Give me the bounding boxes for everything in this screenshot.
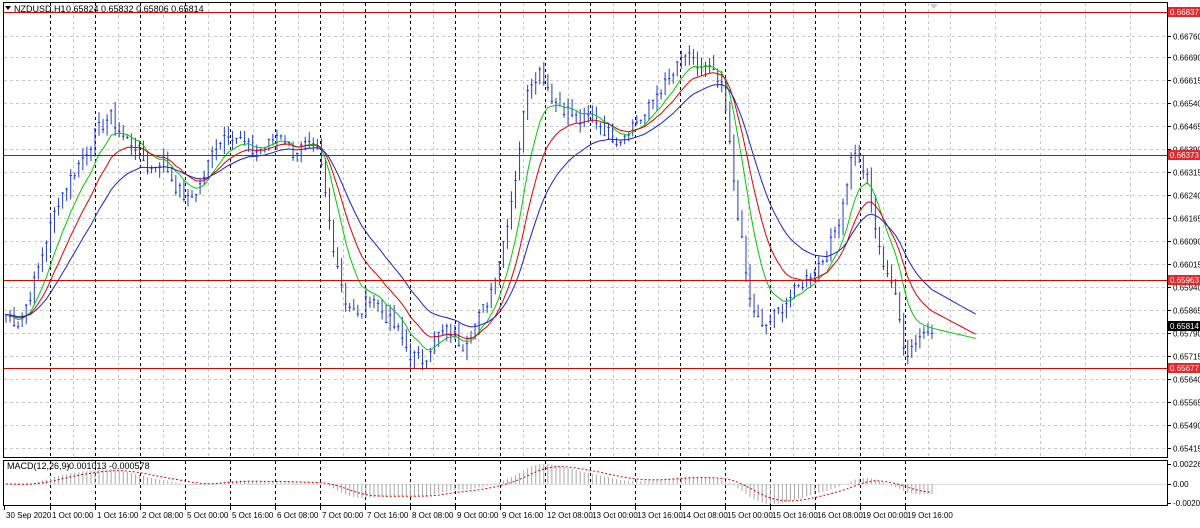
current-price-badge-text: 0.65814 (1170, 322, 1199, 331)
macd-tick-label: 0.002261 (1173, 460, 1200, 469)
symbol-label: NZDUSD,H1 (14, 4, 66, 14)
time-tick-label: 1 Oct 00:00 (52, 511, 94, 520)
price-tick-label: 0.65865 (1173, 307, 1200, 316)
macd-label: MACD(12,26,9) (7, 461, 70, 471)
time-tick-label: 13 Oct 16:00 (637, 511, 683, 520)
time-tick-label: 13 Oct 00:00 (592, 511, 638, 520)
time-tick-label: 5 Oct 00:00 (187, 511, 229, 520)
time-axis: 30 Sep 2020 1 Oct 00:00 1 Oct 16:00 2 Oct 0… (4, 506, 953, 520)
macd-values: -0.001013 -0.000578 (66, 461, 150, 471)
time-tick-label: 9 Oct 00:00 (457, 511, 499, 520)
time-tick-label: 15 Oct 00:00 (727, 511, 773, 520)
price-tick-label: 0.66090 (1173, 238, 1200, 247)
time-tick-label: 7 Oct 16:00 (367, 511, 409, 520)
time-tick-label: 30 Sep 2020 (6, 511, 52, 520)
price-tick-label: 0.66165 (1173, 215, 1200, 224)
price-axis: 0.66760 0.66690 0.66615 0.66540 0.66465 0.663… (1167, 33, 1200, 454)
trading-chart-window[interactable]: 0.66760 0.66690 0.66615 0.66540 0.66465 0.663… (0, 0, 1200, 523)
price-tick-label: 0.66315 (1173, 169, 1200, 178)
price-tick-label: 0.65490 (1173, 422, 1200, 431)
level-price-badge-text: 0.66837 (1170, 8, 1199, 17)
time-tick-label: 2 Oct 08:00 (142, 511, 184, 520)
time-tick-label: 1 Oct 16:00 (97, 511, 139, 520)
level-price-badge-text: 0.65677 (1170, 364, 1199, 373)
chart-canvas[interactable]: 0.66760 0.66690 0.66615 0.66540 0.66465 0.663… (0, 0, 1200, 523)
time-tick-label: 8 Oct 08:00 (412, 511, 454, 520)
price-tick-label: 0.66540 (1173, 100, 1200, 109)
time-tick-label: 9 Oct 16:00 (502, 511, 544, 520)
price-tick-label: 0.65715 (1173, 353, 1200, 362)
main-chart-frame (3, 2, 1168, 458)
price-tick-label: 0.66615 (1173, 77, 1200, 86)
time-tick-label: 14 Oct 08:00 (682, 511, 728, 520)
price-tick-label: 0.66690 (1173, 54, 1200, 63)
macd-subwindow-frame (3, 460, 1168, 506)
level-price-badge-text: 0.66373 (1170, 151, 1199, 160)
price-tick-label: 0.66015 (1173, 261, 1200, 270)
chart-header: NZDUSD,H1 0.65824 0.65832 0.65806 0.6581… (5, 4, 204, 14)
price-tick-label: 0.66240 (1173, 192, 1200, 201)
price-tick-label: 0.65565 (1173, 399, 1200, 408)
macd-axis: 0.002261 0.00 -0.00208 (1167, 460, 1200, 508)
time-tick-label: 6 Oct 08:00 (277, 511, 319, 520)
level-price-badge-text: 0.65963 (1170, 276, 1199, 285)
time-tick-label: 7 Oct 00:00 (322, 511, 364, 520)
time-tick-label: 19 Oct 16:00 (907, 511, 953, 520)
macd-tick-label: -0.00208 (1173, 499, 1200, 508)
macd-tick-label: 0.00 (1173, 480, 1189, 489)
macd-header: MACD(12,26,9) -0.001013 -0.000578 (7, 461, 150, 471)
price-tick-label: 0.66760 (1173, 33, 1200, 42)
price-tick-label: 0.65415 (1173, 445, 1200, 454)
time-tick-label: 15 Oct 16:00 (772, 511, 818, 520)
price-tick-label: 0.66465 (1173, 123, 1200, 132)
ohlc-values: 0.65824 0.65832 0.65806 0.65814 (66, 4, 204, 14)
price-tick-label: 0.65640 (1173, 376, 1200, 385)
time-tick-label: 19 Oct 00:00 (862, 511, 908, 520)
time-tick-label: 12 Oct 08:00 (547, 511, 593, 520)
time-tick-label: 16 Oct 08:00 (817, 511, 863, 520)
time-tick-label: 5 Oct 16:00 (232, 511, 274, 520)
